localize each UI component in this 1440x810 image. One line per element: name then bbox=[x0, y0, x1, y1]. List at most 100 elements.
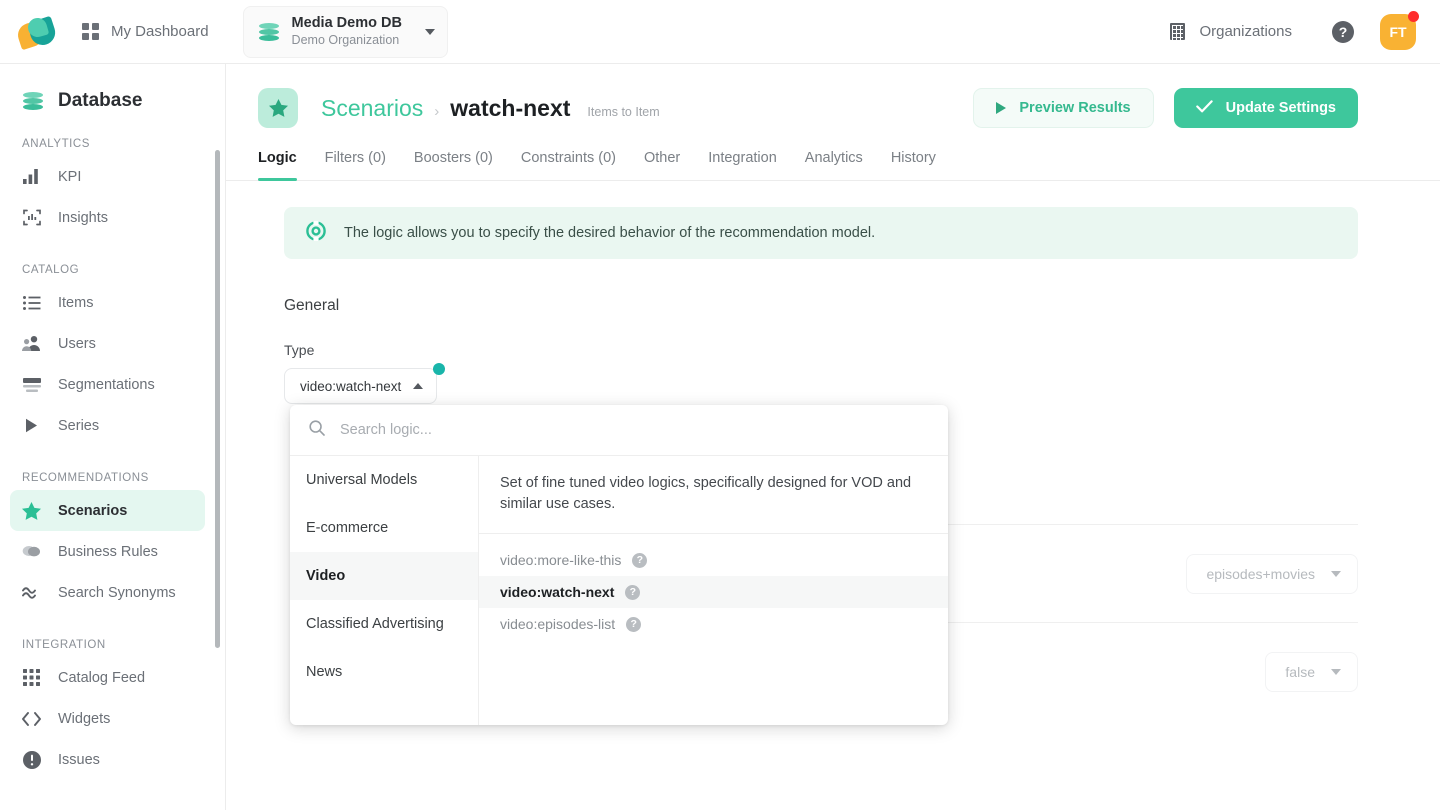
breadcrumb-separator-icon: › bbox=[434, 102, 440, 120]
sidebar-item-business-rules[interactable]: Business Rules bbox=[10, 531, 205, 572]
sidebar-item-label: Issues bbox=[58, 751, 100, 768]
logic-type-dropdown: Universal Models E-commerce Video Classi… bbox=[290, 405, 948, 725]
dropdown-category-video[interactable]: Video bbox=[290, 552, 478, 600]
tab-boosters[interactable]: Boosters (0) bbox=[400, 150, 507, 180]
tab-constraints[interactable]: Constraints (0) bbox=[507, 150, 630, 180]
sidebar-item-label: Segmentations bbox=[58, 376, 155, 393]
notification-dot bbox=[1408, 10, 1419, 22]
modified-indicator-dot bbox=[433, 363, 446, 375]
my-dashboard-link[interactable]: My Dashboard bbox=[74, 12, 217, 52]
grid-icon bbox=[82, 23, 99, 40]
tab-filters[interactable]: Filters (0) bbox=[311, 150, 400, 180]
database-icon bbox=[22, 90, 44, 112]
overlapping-circles-icon bbox=[22, 542, 41, 561]
preview-results-button[interactable]: Preview Results bbox=[973, 88, 1154, 128]
sidebar-item-issues[interactable]: Issues bbox=[10, 739, 205, 780]
dropdown-category-news[interactable]: News bbox=[290, 648, 478, 696]
tab-history[interactable]: History bbox=[877, 150, 950, 180]
dropdown-option-episodes-list[interactable]: video:episodes-list ? bbox=[479, 608, 948, 640]
sidebar-item-series[interactable]: Series bbox=[10, 405, 205, 446]
sidebar-item-label: Widgets bbox=[58, 710, 111, 727]
user-avatar[interactable]: FT bbox=[1380, 10, 1419, 50]
breadcrumb: Scenarios › watch-next Items to Item bbox=[321, 95, 660, 122]
section-title-general: General bbox=[284, 297, 340, 314]
chevron-down-icon bbox=[1331, 668, 1341, 675]
sidebar-item-widgets[interactable]: Widgets bbox=[10, 698, 205, 739]
sidebar-item-scenarios[interactable]: Scenarios bbox=[10, 490, 205, 531]
preview-results-label: Preview Results bbox=[1019, 100, 1131, 116]
sidebar-item-label: Search Synonyms bbox=[58, 584, 176, 601]
bar-chart-icon bbox=[22, 167, 41, 186]
sidebar-item-label: KPI bbox=[58, 168, 82, 185]
exclamation-circle-icon bbox=[22, 750, 41, 769]
dots-grid-icon bbox=[22, 668, 41, 687]
option-label: video:more-like-this bbox=[500, 552, 622, 569]
chevron-up-icon bbox=[413, 383, 424, 389]
search-icon bbox=[309, 419, 325, 441]
sidebar-item-segmentations[interactable]: Segmentations bbox=[10, 364, 205, 405]
sidebar-item-label: Business Rules bbox=[58, 543, 158, 560]
dropdown-category-e-commerce[interactable]: E-commerce bbox=[290, 504, 478, 552]
chevron-down-icon bbox=[424, 28, 435, 35]
type-select-value: video:watch-next bbox=[300, 378, 402, 394]
tab-other[interactable]: Other bbox=[630, 150, 694, 180]
dropdown-option-panel: Set of fine tuned video logics, specific… bbox=[479, 456, 948, 725]
star-icon bbox=[268, 99, 288, 117]
sidebar-item-label: Insights bbox=[58, 209, 108, 226]
sidebar-item-search-synonyms[interactable]: Search Synonyms bbox=[10, 572, 205, 613]
database-switcher[interactable]: Media Demo DB Demo Organization bbox=[242, 5, 448, 58]
sidebar-group-recommendations: RECOMMENDATIONS bbox=[22, 472, 149, 484]
episodes-movies-value: episodes+movies bbox=[1206, 565, 1315, 582]
type-select[interactable]: video:watch-next bbox=[284, 363, 446, 404]
sidebar-item-items[interactable]: Items bbox=[10, 282, 205, 323]
dropdown-category-classified-advertising[interactable]: Classified Advertising bbox=[290, 600, 478, 648]
question-mark-icon[interactable]: ? bbox=[626, 616, 642, 632]
sidebar-item-label: Items bbox=[58, 294, 94, 311]
scenario-badge bbox=[258, 88, 298, 128]
sidebar-group-analytics: ANALYTICS bbox=[22, 138, 91, 150]
search-input[interactable] bbox=[340, 422, 929, 438]
option-label: video:watch-next bbox=[500, 584, 615, 601]
question-mark-icon[interactable]: ? bbox=[625, 584, 641, 600]
episodes-movies-select[interactable]: episodes+movies bbox=[1186, 553, 1358, 594]
page-subtitle: Items to Item bbox=[587, 104, 660, 119]
dropdown-option-watch-next[interactable]: video:watch-next ? bbox=[479, 576, 948, 609]
sidebar-item-catalog-feed[interactable]: Catalog Feed bbox=[10, 657, 205, 698]
dropdown-category-description: Set of fine tuned video logics, specific… bbox=[479, 456, 948, 535]
play-triangle-icon bbox=[22, 416, 41, 435]
tab-integration[interactable]: Integration bbox=[694, 150, 791, 180]
tab-logic[interactable]: Logic bbox=[258, 150, 311, 181]
building-icon bbox=[1170, 23, 1186, 40]
sidebar-scrollbar[interactable] bbox=[215, 150, 220, 648]
option-label: video:episodes-list bbox=[500, 616, 616, 633]
sidebar-header: Database bbox=[0, 64, 225, 112]
breadcrumb-scenarios-link[interactable]: Scenarios bbox=[321, 95, 423, 122]
app-logo[interactable] bbox=[0, 15, 74, 50]
sidebar-item-kpi[interactable]: KPI bbox=[10, 156, 205, 197]
tab-analytics[interactable]: Analytics bbox=[791, 150, 877, 180]
info-banner: The logic allows you to specify the desi… bbox=[284, 207, 1358, 259]
update-settings-label: Update Settings bbox=[1225, 100, 1336, 116]
sidebar-title: Database bbox=[58, 90, 143, 111]
dropdown-category-universal-models[interactable]: Universal Models bbox=[290, 456, 478, 504]
boolean-select[interactable]: false bbox=[1265, 651, 1358, 692]
logic-panel: The logic allows you to specify the desi… bbox=[226, 181, 1440, 404]
info-banner-text: The logic allows you to specify the desi… bbox=[344, 225, 876, 241]
sidebar-item-insights[interactable]: Insights bbox=[10, 197, 205, 238]
segmentations-icon bbox=[22, 375, 41, 394]
database-organization: Demo Organization bbox=[291, 33, 400, 48]
organizations-link[interactable]: Organizations bbox=[1158, 15, 1304, 48]
chevron-down-icon bbox=[1331, 570, 1341, 577]
boolean-select-value: false bbox=[1285, 663, 1315, 680]
list-icon bbox=[22, 293, 41, 312]
question-mark-icon[interactable]: ? bbox=[632, 552, 648, 568]
tab-bar: Logic Filters (0) Boosters (0) Constrain… bbox=[226, 150, 1440, 181]
dropdown-category-list: Universal Models E-commerce Video Classi… bbox=[290, 456, 479, 725]
sidebar-group-integration: INTEGRATION bbox=[22, 639, 106, 651]
lifebuoy-icon bbox=[306, 220, 326, 246]
update-settings-button[interactable]: Update Settings bbox=[1173, 88, 1358, 128]
dropdown-option-more-like-this[interactable]: video:more-like-this ? bbox=[479, 544, 948, 576]
sidebar-item-users[interactable]: Users bbox=[10, 323, 205, 364]
help-icon[interactable]: ? bbox=[1332, 20, 1354, 43]
top-navigation-bar: My Dashboard Media Demo DB Demo Organiza… bbox=[0, 0, 1440, 64]
